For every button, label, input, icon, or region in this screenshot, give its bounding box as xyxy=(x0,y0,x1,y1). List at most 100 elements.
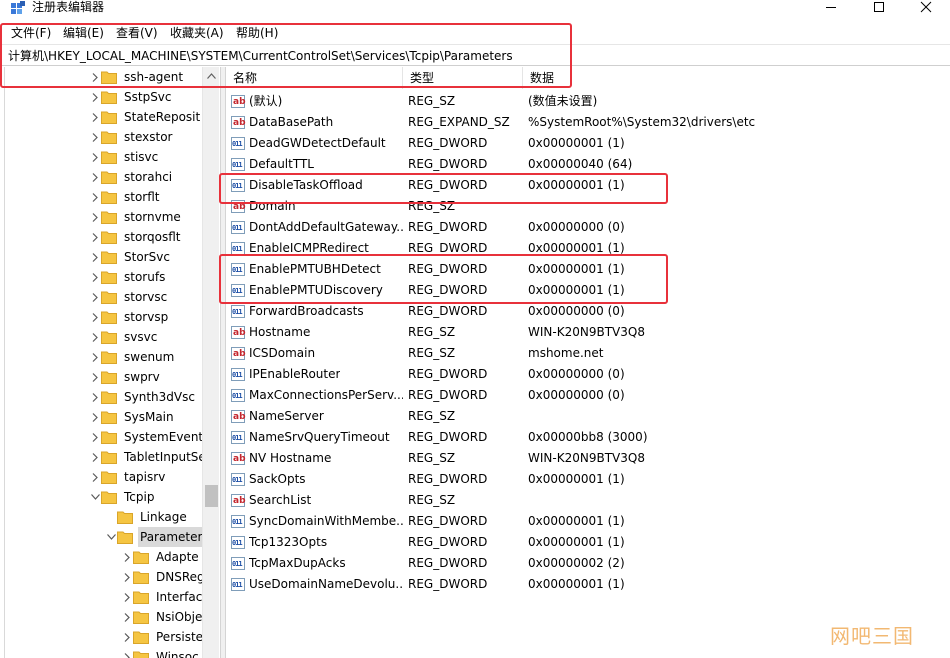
chevron-right-icon[interactable] xyxy=(89,167,101,187)
tree-item[interactable]: Linkage xyxy=(105,507,189,527)
tree-item[interactable]: storvsp xyxy=(89,307,170,327)
tree-item[interactable]: Persiste xyxy=(121,627,205,647)
tree-item[interactable]: stornvme xyxy=(89,207,183,227)
value-row[interactable]: TcpMaxDupAcks REG_DWORD 0x00000002 (2) xyxy=(226,553,950,574)
value-row[interactable]: DisableTaskOffload REG_DWORD 0x00000001 (1… xyxy=(226,175,950,196)
value-row[interactable]: Domain REG_SZ xyxy=(226,196,950,217)
tree-item[interactable]: ssh-agent xyxy=(89,67,185,87)
chevron-right-icon[interactable] xyxy=(89,207,101,227)
tree-item[interactable]: NsiObje xyxy=(121,607,204,627)
value-row[interactable]: DefaultTTL REG_DWORD 0x00000040 (64) xyxy=(226,154,950,175)
chevron-right-icon[interactable] xyxy=(89,307,101,327)
address-path[interactable]: 计算机\HKEY_LOCAL_MACHINE\SYSTEM\CurrentCon… xyxy=(8,48,513,64)
column-header-name[interactable]: 名称 xyxy=(226,67,403,89)
tree-item[interactable]: SysMain xyxy=(89,407,176,427)
chevron-right-icon[interactable] xyxy=(89,387,101,407)
tree-item[interactable]: swenum xyxy=(89,347,176,367)
chevron-down-icon[interactable] xyxy=(89,487,101,507)
value-row[interactable]: SyncDomainWithMembe... REG_DWORD 0x0000000… xyxy=(226,511,950,532)
value-row[interactable]: EnableICMPRedirect REG_DWORD 0x00000001 (1… xyxy=(226,238,950,259)
tree-item[interactable]: storufs xyxy=(89,267,167,287)
chevron-right-icon[interactable] xyxy=(89,247,101,267)
chevron-right-icon[interactable] xyxy=(89,467,101,487)
value-row[interactable]: IPEnableRouter REG_DWORD 0x00000000 (0) xyxy=(226,364,950,385)
value-row[interactable]: ICSDomain REG_SZ mshome.net xyxy=(226,343,950,364)
value-row[interactable]: DontAddDefaultGateway... REG_DWORD 0x00000… xyxy=(226,217,950,238)
column-header-type[interactable]: 类型 xyxy=(403,67,523,89)
tree-item[interactable]: Interfac xyxy=(121,587,204,607)
chevron-right-icon[interactable] xyxy=(89,267,101,287)
value-row[interactable]: EnablePMTUBHDetect REG_DWORD 0x00000001 (1… xyxy=(226,259,950,280)
value-row[interactable]: MaxConnectionsPerServ... REG_DWORD 0x00000… xyxy=(226,385,950,406)
scroll-thumb[interactable] xyxy=(205,485,218,507)
tree-item[interactable]: storflt xyxy=(89,187,162,207)
scroll-up-button[interactable] xyxy=(203,67,220,84)
tree-item[interactable]: swprv xyxy=(89,367,162,387)
maximize-button[interactable] xyxy=(856,0,902,14)
chevron-down-icon[interactable] xyxy=(105,527,117,547)
value-row[interactable]: DeadGWDetectDefault REG_DWORD 0x00000001 (… xyxy=(226,133,950,154)
menu-view[interactable]: 查看(V) xyxy=(113,25,161,41)
chevron-right-icon[interactable] xyxy=(121,627,133,647)
chevron-right-icon[interactable] xyxy=(121,647,133,658)
chevron-right-icon[interactable] xyxy=(121,567,133,587)
value-row[interactable]: Hostname REG_SZ WIN-K20N9BTV3Q8 xyxy=(226,322,950,343)
tree-item[interactable]: Winsoc xyxy=(121,647,201,658)
tree-item[interactable]: DNSReg xyxy=(121,567,207,587)
chevron-right-icon[interactable] xyxy=(89,147,101,167)
value-row[interactable]: NV Hostname REG_SZ WIN-K20N9BTV3Q8 xyxy=(226,448,950,469)
tree-scrollbar[interactable] xyxy=(202,67,219,658)
value-row[interactable]: Tcp1323Opts REG_DWORD 0x00000001 (1) xyxy=(226,532,950,553)
tree-item[interactable]: Tcpip xyxy=(89,487,156,507)
folder-icon xyxy=(101,231,117,244)
value-row[interactable]: ForwardBroadcasts REG_DWORD 0x00000000 (0) xyxy=(226,301,950,322)
chevron-right-icon[interactable] xyxy=(89,67,101,87)
menu-file[interactable]: 文件(F) xyxy=(8,25,54,41)
minimize-button[interactable] xyxy=(808,0,854,14)
chevron-right-icon[interactable] xyxy=(89,187,101,207)
value-row[interactable]: NameServer REG_SZ xyxy=(226,406,950,427)
value-row[interactable]: (默认) REG_SZ (数值未设置) xyxy=(226,91,950,112)
chevron-right-icon[interactable] xyxy=(89,327,101,347)
chevron-right-icon[interactable] xyxy=(89,287,101,307)
chevron-right-icon[interactable] xyxy=(121,547,133,567)
menu-favorites[interactable]: 收藏夹(A) xyxy=(167,25,227,41)
menu-help[interactable]: 帮助(H) xyxy=(233,25,281,41)
chevron-right-icon[interactable] xyxy=(89,427,101,447)
tree-item[interactable]: stexstor xyxy=(89,127,174,147)
chevron-right-icon[interactable] xyxy=(121,587,133,607)
tree-item[interactable]: storqosflt xyxy=(89,227,183,247)
chevron-right-icon[interactable] xyxy=(89,447,101,467)
tree-item[interactable]: Parameters xyxy=(105,527,211,547)
tree-item[interactable]: stisvc xyxy=(89,147,160,167)
tree-item[interactable]: SystemEvents xyxy=(89,427,211,447)
tree-item[interactable]: storvsc xyxy=(89,287,169,307)
column-header-data[interactable]: 数据 xyxy=(523,67,693,89)
chevron-right-icon[interactable] xyxy=(89,367,101,387)
value-row[interactable]: SearchList REG_SZ xyxy=(226,490,950,511)
tree-item[interactable]: Synth3dVsc xyxy=(89,387,197,407)
value-row[interactable]: UseDomainNameDevolu... REG_DWORD 0x0000000… xyxy=(226,574,950,595)
chevron-right-icon[interactable] xyxy=(89,227,101,247)
tree-item[interactable]: StateReposit xyxy=(89,107,202,127)
value-row[interactable]: NameSrvQueryTimeout REG_DWORD 0x00000bb8 (… xyxy=(226,427,950,448)
chevron-right-icon[interactable] xyxy=(89,87,101,107)
menu-edit[interactable]: 编辑(E) xyxy=(60,25,107,41)
chevron-right-icon[interactable] xyxy=(121,607,133,627)
value-row[interactable]: DataBasePath REG_EXPAND_SZ %SystemRoot%\Sy… xyxy=(226,112,950,133)
chevron-right-icon[interactable] xyxy=(89,347,101,367)
close-button[interactable] xyxy=(903,0,949,14)
tree-item[interactable]: svsvc xyxy=(89,327,159,347)
address-bar[interactable]: 计算机\HKEY_LOCAL_MACHINE\SYSTEM\CurrentCon… xyxy=(0,44,950,66)
chevron-right-icon[interactable] xyxy=(89,127,101,147)
tree-item[interactable]: StorSvc xyxy=(89,247,172,267)
tree-item[interactable]: Adapte xyxy=(121,547,201,567)
chevron-right-icon[interactable] xyxy=(89,407,101,427)
tree-item[interactable]: storahci xyxy=(89,167,174,187)
tree-item[interactable]: tapisrv xyxy=(89,467,167,487)
tree-item[interactable]: TabletInputSe xyxy=(89,447,208,467)
tree-item[interactable]: SstpSvc xyxy=(89,87,174,107)
chevron-right-icon[interactable] xyxy=(89,107,101,127)
value-row[interactable]: SackOpts REG_DWORD 0x00000001 (1) xyxy=(226,469,950,490)
value-row[interactable]: EnablePMTUDiscovery REG_DWORD 0x00000001 (… xyxy=(226,280,950,301)
